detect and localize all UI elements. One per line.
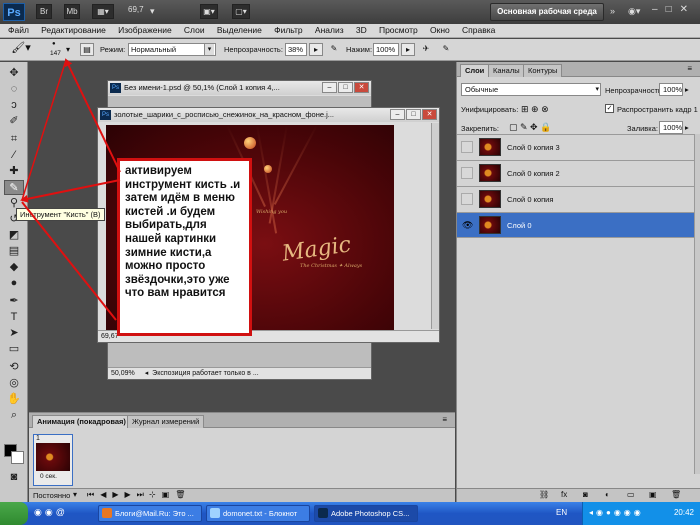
fill-input[interactable]: 100% [659,121,683,134]
layer-row[interactable]: Слой 0 копия [457,186,697,212]
fill-slider-arrow-icon[interactable]: ▸ [685,123,689,132]
system-tray: ◂◉●◉◉◉ 20:42 [582,502,700,525]
mailru-icon [102,508,112,518]
chevron-down-icon[interactable]: ▾ [73,490,77,499]
layer-name: Слой 0 [507,221,532,230]
layer-thumbnail [479,138,501,156]
fill-label: Заливка: [627,124,658,133]
tab-paths[interactable]: Контуры [523,64,563,77]
panel-menu-icon[interactable]: ≡ [442,415,447,424]
layers-panel: Слои Каналы Контуры ≡ Обычные ▾ Непрозра… [456,62,700,502]
tab-channels[interactable]: Каналы [488,64,525,77]
add-mask-icon[interactable]: ◙ [583,490,588,499]
tray-icons[interactable]: ◂◉●◉◉◉ [589,508,644,517]
frame-tools-icon[interactable]: ⊹▣🗑 [149,490,191,499]
language-indicator[interactable]: EN [556,508,567,517]
animation-footer: Постоянно ▾ ⏮◀▶▶⏭ ⊹▣🗑 [29,488,455,502]
quick-launch-icons[interactable]: ◉◉@ [34,507,68,518]
taskbar-item-label: domonet.txt - Блокнот [223,509,298,518]
taskbar-item-notepad[interactable]: domonet.txt - Блокнот [206,505,310,522]
layers-panel-footer: ⛓ fx ◙ ◐ ▭ ▣ 🗑 [457,488,700,502]
new-layer-icon[interactable]: ▣ [649,490,657,499]
blend-mode-value: Обычные [465,85,499,94]
layer-row[interactable]: Слой 0 копия 3 [457,134,697,160]
playback-controls-icon[interactable]: ⏮◀▶▶⏭ [87,490,150,500]
taskbar-item-label: Adobe Photoshop CS... [331,509,410,518]
lock-buttons-icon[interactable]: ▢ ✎ ✥ 🔒 [509,122,551,133]
visibility-toggle[interactable] [461,167,473,179]
visibility-toggle[interactable] [461,141,473,153]
new-group-icon[interactable]: ▭ [627,490,635,499]
layer-style-icon[interactable]: fx [561,490,567,499]
link-layers-icon[interactable]: ⛓ [539,490,549,499]
taskbar-item-mailru[interactable]: Блоги@Mail.Ru: Это ... [98,505,202,522]
animation-panel: Анимация (покадровая) Журнал измерений ≡… [29,412,455,502]
loop-select[interactable]: Постоянно [33,491,70,500]
layer-name: Слой 0 копия [507,195,554,204]
start-button[interactable] [0,502,28,525]
animation-tabs: Анимация (покадровая) Журнал измерений ≡ [29,413,455,428]
arrow-line-connector [21,59,67,201]
taskbar-item-photoshop[interactable]: Adobe Photoshop CS... [314,505,418,522]
taskbar-item-label: Блоги@Mail.Ru: Это ... [115,509,194,518]
frame-delay[interactable]: 0 сек. [40,473,57,480]
layer-thumbnail [479,216,501,234]
adjustment-layer-icon[interactable]: ◐ [605,490,610,499]
arrow-line-lower [21,201,117,321]
windows-taskbar: ◉◉@ Блоги@Mail.Ru: Это ... domonet.txt -… [0,502,700,525]
layers-scrollbar[interactable] [694,134,700,474]
visibility-toggle[interactable] [461,193,473,205]
unify-buttons-icon[interactable]: ⊞ ⊕ ⊗ [521,104,549,115]
panel-menu-icon[interactable]: ≡ [687,64,692,73]
layer-row[interactable]: Слой 0 копия 2 [457,160,697,186]
layer-opacity-input[interactable]: 100% [659,83,683,96]
opacity-slider-arrow-icon[interactable]: ▸ [685,85,689,94]
frame-number: 1 [36,435,40,442]
lock-label: Закрепить: [461,124,500,133]
layer-thumbnail [479,190,501,208]
photoshop-icon [318,508,328,518]
clock[interactable]: 20:42 [674,508,694,517]
trash-icon[interactable]: 🗑 [671,490,681,499]
tab-layers[interactable]: Слои [460,64,490,77]
tab-measurement-log[interactable]: Журнал измерений [127,415,205,428]
layer-row-selected[interactable]: 👁 Слой 0 [457,212,697,238]
layer-opacity-label: Непрозрачность: [605,86,664,95]
propagate-checkbox[interactable]: ✓ [605,104,614,113]
arrow-to-brush-tool [20,179,121,203]
tab-animation[interactable]: Анимация (покадровая) [32,415,131,428]
animation-frame[interactable]: 1 0 сек. [33,434,73,486]
notepad-icon [210,508,220,518]
chevron-down-icon: ▾ [595,86,599,93]
panel-tabs: Слои Каналы Контуры ≡ [457,62,700,77]
layer-name: Слой 0 копия 3 [507,143,560,152]
frame-thumbnail [36,443,70,471]
arrow-to-brush-picker [65,58,121,173]
unify-label: Унифицировать: [461,105,519,114]
layer-name: Слой 0 копия 2 [507,169,560,178]
eye-icon[interactable]: 👁 [461,219,473,231]
layer-thumbnail [479,164,501,182]
blend-mode-select[interactable]: Обычные ▾ [461,83,601,96]
propagate-frame-label: Распространить кадр 1 [617,105,698,114]
